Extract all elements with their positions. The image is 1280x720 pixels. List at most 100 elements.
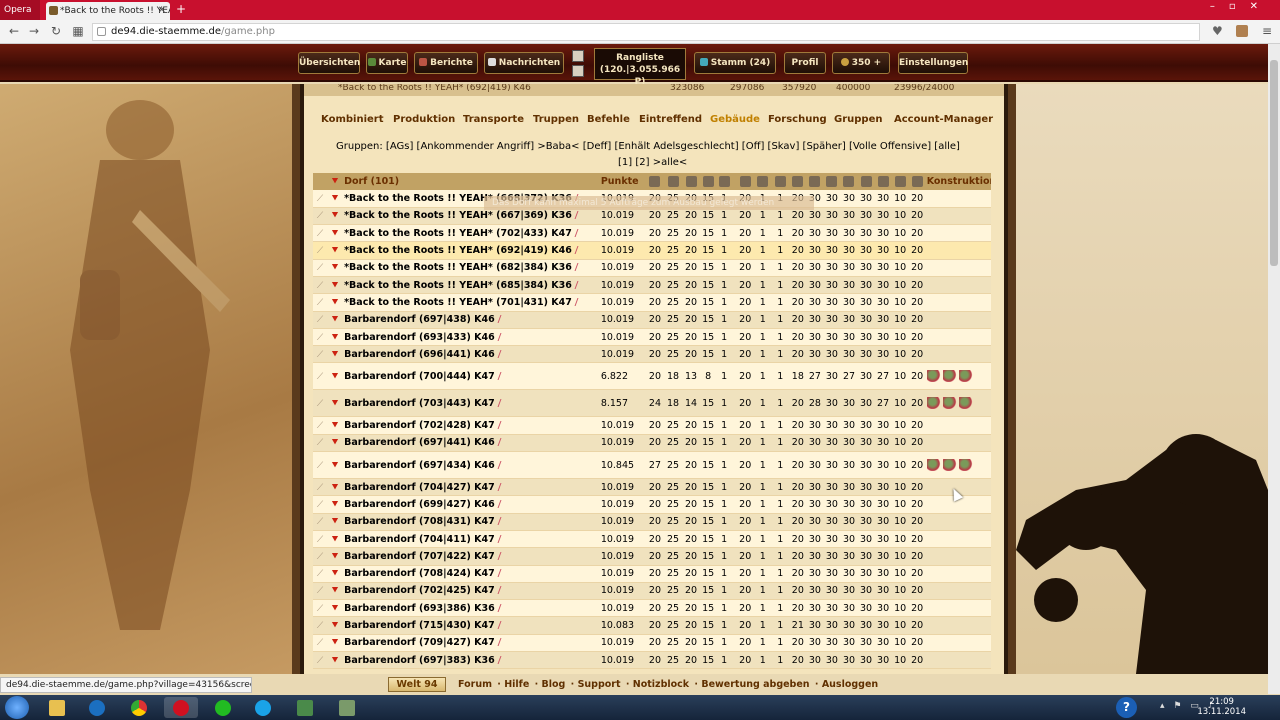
table-row[interactable]: ⟋ ⯆ *Back to the Roots !! YEAH* (701|431) …	[313, 293, 991, 312]
row-handle[interactable]: ⟋	[313, 547, 328, 566]
village-name-cell[interactable]: Barbarendorf (699|427) K46	[343, 495, 600, 514]
table-row[interactable]: ⟋ ⯆ Barbarendorf (696|441) K46 10.019 20 25 20…	[313, 345, 991, 364]
rename-icon[interactable]	[497, 621, 509, 630]
row-handle[interactable]: ⟋	[313, 345, 328, 364]
row-arrow[interactable]: ⯆	[327, 434, 344, 453]
village-link[interactable]: *Back to the Roots !! YEAH* (701|431) K4…	[344, 297, 572, 308]
window-controls[interactable]: –▫✕	[1210, 1, 1272, 12]
opera-menu-button[interactable]: Opera	[0, 0, 40, 20]
arrow-down-icon[interactable]: ⯆	[331, 349, 339, 360]
village-link[interactable]: Barbarendorf (699|427) K46	[344, 499, 495, 510]
village-link[interactable]: Barbarendorf (697|441) K46	[344, 437, 495, 448]
menu-berichte[interactable]: Berichte	[414, 52, 478, 74]
speed-dial-icon[interactable]: ▦	[70, 24, 86, 38]
row-arrow[interactable]: ⯆	[327, 389, 344, 418]
forward-icon[interactable]: →	[26, 24, 42, 38]
row-arrow[interactable]: ⯆	[327, 495, 344, 514]
rename-icon[interactable]	[574, 228, 586, 237]
rename-icon[interactable]	[497, 638, 509, 647]
table-row[interactable]: ⟋ ⯆ Barbarendorf (697|441) K46 10.019 20 25 20…	[313, 434, 991, 453]
table-row[interactable]: ⟋ ⯆ Barbarendorf (704|411) K47 10.019 20 25 20…	[313, 530, 991, 549]
construction-order-icon[interactable]	[926, 458, 941, 471]
arrow-down-icon[interactable]: ⯆	[331, 371, 339, 382]
arrow-down-icon[interactable]: ⯆	[331, 245, 339, 256]
drag-handle-icon[interactable]: ⟋	[317, 298, 323, 308]
taskbar-explorer[interactable]	[40, 697, 74, 718]
rename-icon[interactable]	[574, 297, 586, 306]
rename-icon[interactable]	[574, 263, 586, 272]
drag-handle-icon[interactable]: ⟋	[317, 483, 323, 493]
menu-profil[interactable]: Profil	[784, 52, 826, 74]
village-link[interactable]: Barbarendorf (702|428) K47	[344, 420, 495, 431]
clock[interactable]: 21:09 13.11.2014	[1197, 697, 1246, 717]
header-points[interactable]: Punkte	[599, 173, 646, 190]
wood-icon[interactable]	[806, 173, 824, 190]
village-name-cell[interactable]: Barbarendorf (697|438) K46	[343, 311, 600, 329]
village-link[interactable]: *Back to the Roots !! YEAH* (692|419) K4…	[344, 245, 572, 256]
construction-order-icon[interactable]	[942, 396, 957, 409]
row-arrow[interactable]: ⯆	[327, 547, 344, 566]
ranking-box[interactable]: Rangliste (120.|3.055.966 P)	[594, 48, 686, 87]
footer-link-support[interactable]: Support	[578, 679, 621, 690]
row-handle[interactable]: ⟋	[313, 565, 328, 583]
rename-icon[interactable]	[497, 349, 509, 358]
row-arrow[interactable]: ⯆	[327, 293, 344, 312]
row-arrow[interactable]: ⯆	[327, 207, 344, 226]
rename-icon[interactable]	[497, 315, 509, 324]
row-handle[interactable]: ⟋	[313, 276, 328, 295]
table-row[interactable]: ⟋ ⯆ Barbarendorf (697|438) K46 10.019 20 25 20…	[313, 311, 991, 329]
farm-icon[interactable]	[857, 173, 875, 190]
village-link[interactable]: *Back to the Roots !! YEAH* (667|369) K3…	[344, 210, 572, 221]
rename-icon[interactable]	[497, 438, 509, 447]
rename-icon[interactable]	[497, 460, 509, 469]
drag-handle-icon[interactable]: ⟋	[317, 438, 323, 448]
table-row[interactable]: ⟋ ⯆ Barbarendorf (693|433) K46 10.019 20 25 20…	[313, 328, 991, 347]
drag-handle-icon[interactable]: ⟋	[317, 586, 323, 596]
drag-handle-icon[interactable]: ⟋	[317, 333, 323, 343]
construction-order-icon[interactable]	[942, 369, 957, 382]
row-arrow[interactable]: ⯆	[327, 565, 344, 583]
drag-handle-icon[interactable]: ⟋	[317, 621, 323, 631]
drag-handle-icon[interactable]: ⟋	[317, 535, 323, 545]
taskbar-skype[interactable]	[246, 697, 280, 718]
row-handle[interactable]: ⟋	[313, 416, 328, 435]
table-row[interactable]: ⟋ ⯆ Barbarendorf (702|425) K47 10.019 20 25 20…	[313, 582, 991, 601]
row-handle[interactable]: ⟋	[313, 328, 328, 347]
arrow-down-icon[interactable]: ⯆	[331, 228, 339, 239]
arrow-down-icon[interactable]: ⯆	[331, 516, 339, 527]
extension-icon[interactable]	[1236, 25, 1248, 37]
taskbar-app[interactable]	[288, 697, 322, 718]
village-link[interactable]: Barbarendorf (697|438) K46	[344, 314, 495, 325]
village-name-cell[interactable]: Barbarendorf (704|411) K47	[343, 530, 600, 549]
menu-nachrichten[interactable]: Nachrichten	[484, 52, 564, 74]
drag-handle-icon[interactable]: ⟋	[317, 263, 323, 273]
back-icon[interactable]: ←	[6, 24, 22, 38]
drag-handle-icon[interactable]: ⟋	[317, 461, 323, 471]
village-name-cell[interactable]: *Back to the Roots !! YEAH* (682|384) K3…	[343, 259, 600, 277]
village-name-cell[interactable]: *Back to the Roots !! YEAH* (701|431) K4…	[343, 293, 600, 312]
construction-order-icon[interactable]	[926, 396, 941, 409]
drag-handle-icon[interactable]: ⟋	[317, 552, 323, 562]
iron-icon[interactable]	[840, 173, 858, 190]
menu-icon[interactable]: ≡	[1262, 24, 1272, 38]
rename-icon[interactable]	[497, 517, 509, 526]
arrow-down-icon[interactable]: ⯆	[331, 551, 339, 562]
tab-truppen[interactable]: Truppen	[533, 114, 579, 125]
row-arrow[interactable]: ⯆	[327, 634, 344, 653]
arrow-down-icon[interactable]: ⯆	[331, 482, 339, 493]
row-arrow[interactable]: ⯆	[327, 651, 344, 670]
row-handle[interactable]: ⟋	[313, 224, 328, 243]
arrow-down-icon[interactable]: ⯆	[331, 314, 339, 325]
row-arrow[interactable]: ⯆	[327, 478, 344, 497]
footer-link-ausloggen[interactable]: Ausloggen	[822, 679, 878, 690]
row-handle[interactable]: ⟋	[313, 241, 328, 260]
arrow-down-icon[interactable]: ⯆	[331, 193, 339, 204]
tab-transporte[interactable]: Transporte	[463, 114, 524, 125]
table-row[interactable]: ⟋ ⯆ Barbarendorf (700|444) K47 6.822 20 18 13 8…	[313, 362, 991, 391]
construction-order-icon[interactable]	[958, 369, 973, 382]
construction-order-icon[interactable]	[942, 458, 957, 471]
tab-befehle[interactable]: Befehle	[587, 114, 630, 125]
village-link[interactable]: Barbarendorf (697|434) K46	[344, 460, 495, 471]
row-handle[interactable]: ⟋	[313, 451, 328, 480]
drag-handle-icon[interactable]: ⟋	[317, 656, 323, 666]
